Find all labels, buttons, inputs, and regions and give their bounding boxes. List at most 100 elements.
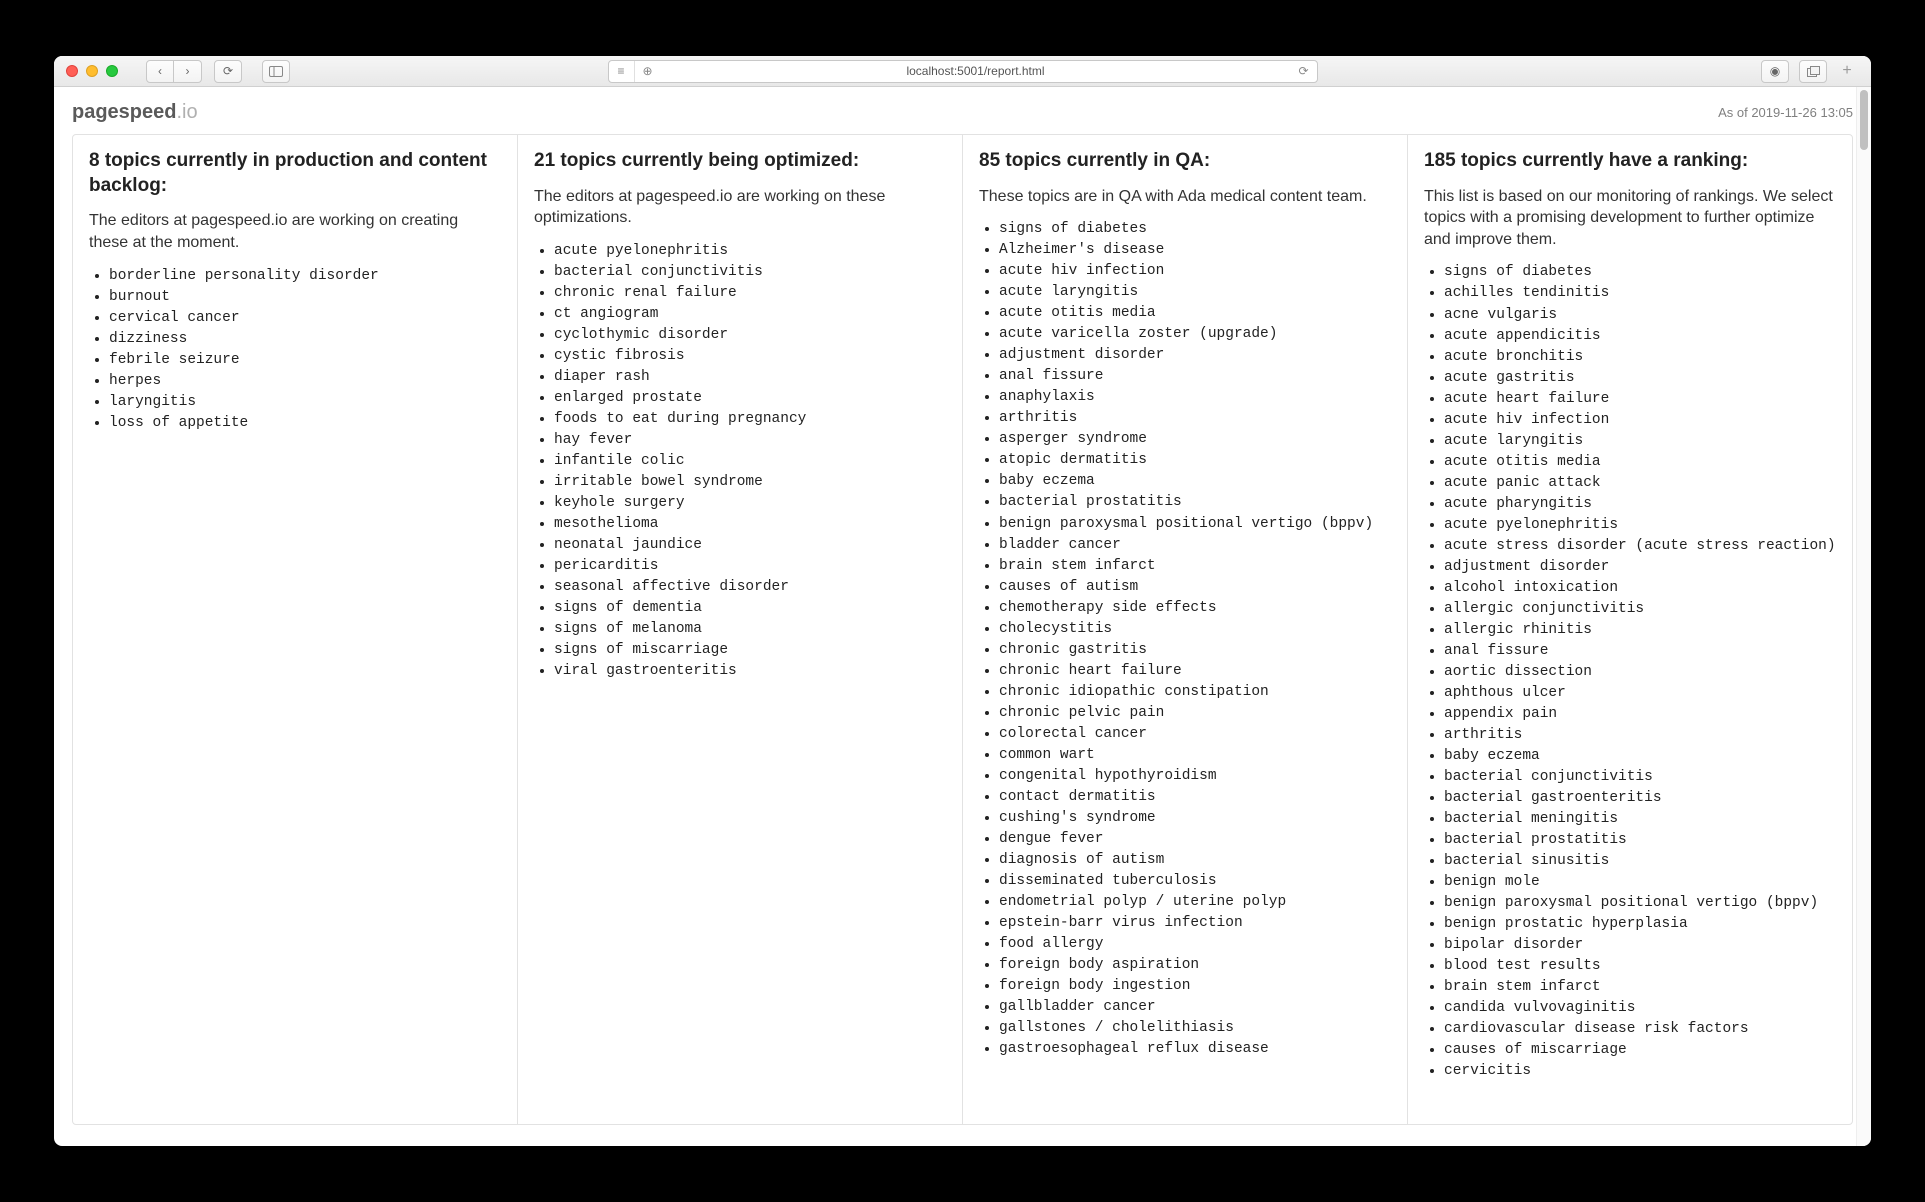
reader-button[interactable]: ≡ — [609, 61, 635, 82]
topic-item: acute heart failure — [1444, 389, 1836, 410]
column-2: 85 topics currently in QA: These topics a… — [963, 135, 1408, 1124]
address-bar[interactable]: ≡ ⊕ localhost:5001/report.html ⟳ — [608, 60, 1318, 83]
chevron-left-icon: ‹ — [158, 64, 162, 78]
topic-item: epstein-barr virus infection — [999, 913, 1391, 934]
topic-item: laryngitis — [109, 392, 501, 413]
topic-item: bacterial conjunctivitis — [1444, 767, 1836, 788]
topic-item: irritable bowel syndrome — [554, 472, 946, 493]
minimize-window-button[interactable] — [86, 65, 98, 77]
topic-item: burnout — [109, 287, 501, 308]
column-0: 8 topics currently in production and con… — [73, 135, 518, 1124]
topic-item: acute laryngitis — [999, 282, 1391, 303]
browser-window: ‹ › ⟳ ≡ ⊕ localhost:5001/report.html — [54, 56, 1871, 1146]
topic-item: disseminated tuberculosis — [999, 871, 1391, 892]
topic-item: signs of dementia — [554, 598, 946, 619]
topic-item: anal fissure — [999, 366, 1391, 387]
topic-item: foreign body ingestion — [999, 976, 1391, 997]
topic-item: cushing's syndrome — [999, 808, 1391, 829]
topic-item: acute stress disorder (acute stress reac… — [1444, 536, 1836, 557]
maximize-window-button[interactable] — [106, 65, 118, 77]
topic-item: allergic conjunctivitis — [1444, 599, 1836, 620]
topic-item: acute otitis media — [1444, 452, 1836, 473]
topic-item: cardiovascular disease risk factors — [1444, 1019, 1836, 1040]
topic-item: diaper rash — [554, 367, 946, 388]
column-description: This list is based on our monitoring of … — [1424, 186, 1836, 251]
column-description: These topics are in QA with Ada medical … — [979, 186, 1391, 208]
topic-item: dengue fever — [999, 829, 1391, 850]
nav-buttons: ‹ › — [146, 60, 202, 83]
column-title: 21 topics currently being optimized: — [534, 149, 946, 174]
sidebar-toggle-button[interactable] — [262, 60, 290, 83]
topic-item: arthritis — [999, 408, 1391, 429]
topic-item: contact dermatitis — [999, 787, 1391, 808]
topic-item: cyclothymic disorder — [554, 325, 946, 346]
column-title: 185 topics currently have a ranking: — [1424, 149, 1836, 174]
topic-item: pericarditis — [554, 556, 946, 577]
topic-item: brain stem infarct — [1444, 977, 1836, 998]
close-window-button[interactable] — [66, 65, 78, 77]
topic-item: acute bronchitis — [1444, 347, 1836, 368]
columns-container: 8 topics currently in production and con… — [72, 134, 1853, 1125]
forward-button[interactable]: › — [174, 60, 202, 83]
topic-item: bacterial gastroenteritis — [1444, 788, 1836, 809]
scrollbar-thumb[interactable] — [1860, 90, 1868, 150]
topic-item: candida vulvovaginitis — [1444, 998, 1836, 1019]
scrollbar-track[interactable] — [1856, 87, 1871, 1146]
topic-item: food allergy — [999, 934, 1391, 955]
reader-icon: ≡ — [617, 64, 624, 78]
topic-item: arthritis — [1444, 725, 1836, 746]
new-tab-button[interactable]: + — [1837, 60, 1857, 83]
topic-item: bipolar disorder — [1444, 935, 1836, 956]
topic-item: adjustment disorder — [1444, 557, 1836, 578]
topic-item: signs of melanoma — [554, 619, 946, 640]
site-settings-button[interactable]: ⊕ — [635, 61, 661, 82]
timestamp-label: As of 2019-11-26 13:05 — [1718, 105, 1853, 120]
topic-item: bladder cancer — [999, 535, 1391, 556]
topic-item: baby eczema — [999, 471, 1391, 492]
topic-item: benign paroxysmal positional vertigo (bp… — [999, 514, 1391, 535]
topic-item: chemotherapy side effects — [999, 598, 1391, 619]
topic-item: benign prostatic hyperplasia — [1444, 914, 1836, 935]
topic-item: gallbladder cancer — [999, 997, 1391, 1018]
topic-item: keyhole surgery — [554, 493, 946, 514]
reload-icon: ⟳ — [223, 64, 233, 78]
page-header: pagespeed.io As of 2019-11-26 13:05 — [72, 101, 1853, 124]
reload-button[interactable]: ⟳ — [214, 60, 242, 83]
topic-item: aortic dissection — [1444, 662, 1836, 683]
column-description: The editors at pagespeed.io are working … — [534, 186, 946, 229]
url-text: localhost:5001/report.html — [661, 64, 1291, 78]
topic-item: cholecystitis — [999, 619, 1391, 640]
topic-item: bacterial conjunctivitis — [554, 262, 946, 283]
column-title: 85 topics currently in QA: — [979, 149, 1391, 174]
topic-item: causes of miscarriage — [1444, 1040, 1836, 1061]
topic-item: chronic pelvic pain — [999, 703, 1391, 724]
topic-item: acute appendicitis — [1444, 326, 1836, 347]
topic-item: acute pharyngitis — [1444, 494, 1836, 515]
topic-item: gallstones / cholelithiasis — [999, 1018, 1391, 1039]
titlebar: ‹ › ⟳ ≡ ⊕ localhost:5001/report.html — [54, 56, 1871, 87]
topic-item: chronic idiopathic constipation — [999, 682, 1391, 703]
topic-item: signs of diabetes — [1444, 262, 1836, 283]
topic-item: dizziness — [109, 329, 501, 350]
privacy-report-button[interactable]: ◉ — [1761, 60, 1789, 83]
topic-item: viral gastroenteritis — [554, 661, 946, 682]
topic-item: colorectal cancer — [999, 724, 1391, 745]
topic-item: Alzheimer's disease — [999, 240, 1391, 261]
plus-circle-icon: ⊕ — [642, 64, 652, 78]
shield-icon: ◉ — [1770, 64, 1780, 78]
topic-item: bacterial prostatitis — [999, 492, 1391, 513]
back-button[interactable]: ‹ — [146, 60, 174, 83]
topic-item: benign paroxysmal positional vertigo (bp… — [1444, 893, 1836, 914]
topic-item: acute hiv infection — [999, 261, 1391, 282]
topic-item: achilles tendinitis — [1444, 283, 1836, 304]
chevron-right-icon: › — [186, 64, 190, 78]
address-reload-button[interactable]: ⟳ — [1291, 64, 1317, 78]
tabs-button[interactable] — [1799, 60, 1827, 83]
topic-item: acute pyelonephritis — [554, 241, 946, 262]
topic-item: acute pyelonephritis — [1444, 515, 1836, 536]
column-1: 21 topics currently being optimized: The … — [518, 135, 963, 1124]
topic-item: loss of appetite — [109, 413, 501, 434]
topic-item: appendix pain — [1444, 704, 1836, 725]
traffic-lights — [66, 65, 118, 77]
topic-item: borderline personality disorder — [109, 266, 501, 287]
